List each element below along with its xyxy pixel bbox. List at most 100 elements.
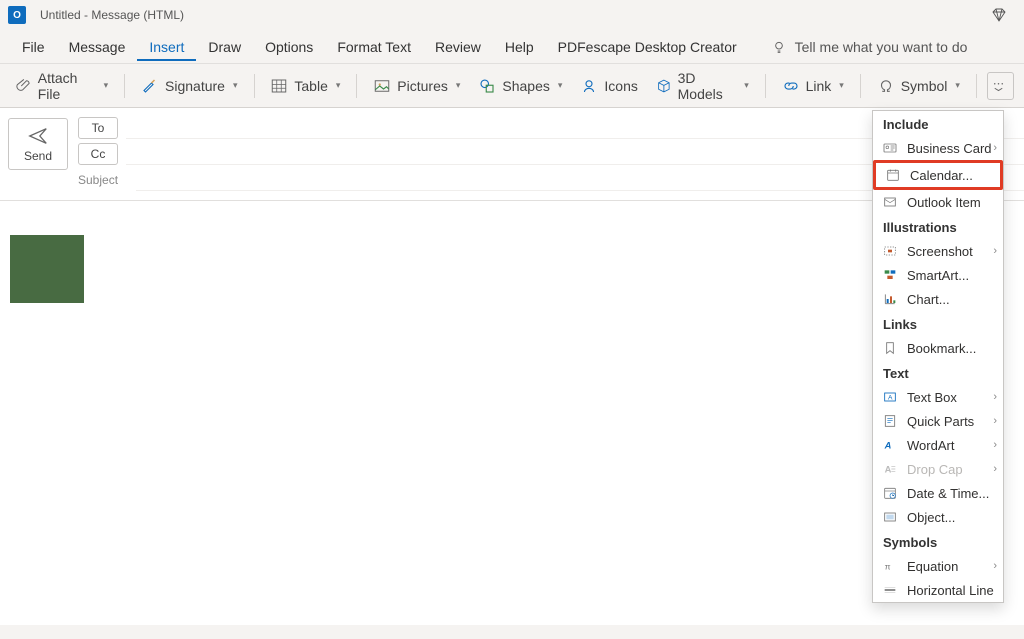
chevron-right-icon: ›: [993, 142, 997, 154]
signature-button[interactable]: Signature▾: [135, 73, 243, 99]
menu-object[interactable]: Object...: [873, 505, 1003, 529]
send-button[interactable]: Send: [8, 118, 68, 170]
ribbon-overflow-button[interactable]: [987, 72, 1014, 100]
menu-horizontal-line[interactable]: Horizontal Line: [873, 578, 1003, 602]
ribbon: Attach File▾ Signature▾ Table▾ Pictures▾…: [0, 64, 1024, 108]
link-button[interactable]: Link▾: [776, 73, 850, 99]
quick-parts-icon: [881, 412, 899, 430]
horizontal-line-label: Horizontal Line: [907, 583, 995, 598]
link-icon: [782, 77, 800, 95]
symbol-button[interactable]: Symbol▾: [871, 73, 966, 99]
chart-icon: [881, 290, 899, 308]
menu-quick-parts[interactable]: Quick Parts ›: [873, 409, 1003, 433]
menu-options[interactable]: Options: [253, 33, 325, 61]
equation-label: Equation: [907, 559, 995, 574]
menu-chart[interactable]: Chart...: [873, 287, 1003, 311]
menu-insert[interactable]: Insert: [137, 33, 196, 61]
message-body[interactable]: [0, 201, 1024, 625]
menu-message[interactable]: Message: [57, 33, 138, 61]
menu-calendar[interactable]: Calendar...: [876, 163, 1000, 187]
attach-file-label: Attach File: [38, 70, 96, 102]
pictures-label: Pictures: [397, 78, 448, 94]
screenshot-label: Screenshot: [907, 244, 995, 259]
menu-draw[interactable]: Draw: [196, 33, 253, 61]
menu-review[interactable]: Review: [423, 33, 493, 61]
quick-parts-label: Quick Parts: [907, 414, 995, 429]
table-icon: [270, 77, 288, 95]
3d-models-label: 3D Models: [678, 70, 737, 102]
menu-format-text[interactable]: Format Text: [325, 33, 423, 61]
date-time-label: Date & Time...: [907, 486, 995, 501]
menu-smartart[interactable]: SmartArt...: [873, 263, 1003, 287]
wordart-icon: A: [881, 436, 899, 454]
menu-pdfescape[interactable]: PDFescape Desktop Creator: [546, 33, 749, 61]
business-card-icon: [881, 139, 899, 157]
outlook-icon: O: [8, 6, 26, 24]
menu-equation[interactable]: π Equation ›: [873, 554, 1003, 578]
divider: [765, 74, 766, 98]
diamond-icon[interactable]: [990, 6, 1008, 24]
menu-wordart[interactable]: A WordArt ›: [873, 433, 1003, 457]
divider: [124, 74, 125, 98]
object-icon: [881, 508, 899, 526]
menu-outlook-item[interactable]: Outlook Item: [873, 190, 1003, 214]
lightbulb-icon: [771, 39, 787, 55]
signature-label: Signature: [165, 78, 225, 94]
shapes-button[interactable]: Shapes▾: [472, 73, 568, 99]
svg-text:A: A: [885, 464, 892, 474]
3d-models-button[interactable]: 3D Models▾: [650, 66, 755, 106]
menu-business-card[interactable]: Business Card ›: [873, 136, 1003, 160]
menu-drop-cap: A Drop Cap ›: [873, 457, 1003, 481]
menu-bar: File Message Insert Draw Options Format …: [0, 30, 1024, 64]
svg-text:π: π: [885, 561, 891, 571]
smartart-label: SmartArt...: [907, 268, 995, 283]
inserted-shape[interactable]: [10, 235, 84, 303]
attach-file-button[interactable]: Attach File▾: [10, 66, 114, 106]
outlook-item-label: Outlook Item: [907, 195, 995, 210]
bookmark-label: Bookmark...: [907, 341, 995, 356]
table-button[interactable]: Table▾: [264, 73, 346, 99]
paperclip-icon: [16, 77, 32, 95]
icons-icon: [580, 77, 598, 95]
chevron-right-icon: ›: [993, 439, 997, 451]
to-button[interactable]: To: [78, 117, 118, 139]
business-card-label: Business Card: [907, 141, 995, 156]
section-illustrations: Illustrations: [873, 214, 1003, 239]
signature-icon: [141, 77, 159, 95]
shapes-icon: [478, 77, 496, 95]
calendar-icon: [884, 166, 902, 184]
chevron-right-icon: ›: [993, 245, 997, 257]
icons-button[interactable]: Icons: [574, 73, 643, 99]
text-box-icon: A: [881, 388, 899, 406]
menu-screenshot[interactable]: Screenshot ›: [873, 239, 1003, 263]
svg-text:A: A: [888, 395, 893, 402]
menu-date-time[interactable]: Date & Time...: [873, 481, 1003, 505]
section-text: Text: [873, 360, 1003, 385]
title-bar: O Untitled - Message (HTML): [0, 0, 1024, 30]
menu-file[interactable]: File: [10, 33, 57, 61]
svg-text:A: A: [884, 440, 892, 450]
wordart-label: WordArt: [907, 438, 995, 453]
pictures-button[interactable]: Pictures▾: [367, 73, 466, 99]
cc-button[interactable]: Cc: [78, 143, 118, 165]
menu-help[interactable]: Help: [493, 33, 546, 61]
window-title: Untitled - Message (HTML): [40, 8, 184, 22]
divider: [356, 74, 357, 98]
smartart-icon: [881, 266, 899, 284]
chart-label: Chart...: [907, 292, 995, 307]
divider: [976, 74, 977, 98]
drop-cap-icon: A: [881, 460, 899, 478]
divider: [254, 74, 255, 98]
chevron-right-icon: ›: [993, 415, 997, 427]
chevron-right-icon: ›: [993, 463, 997, 475]
menu-text-box[interactable]: A Text Box ›: [873, 385, 1003, 409]
chevron-right-icon: ›: [993, 391, 997, 403]
send-icon: [27, 125, 49, 147]
table-label: Table: [294, 78, 327, 94]
equation-icon: π: [881, 557, 899, 575]
tell-me-search[interactable]: Tell me what you want to do: [771, 39, 968, 55]
section-links: Links: [873, 311, 1003, 336]
omega-icon: [877, 77, 895, 95]
menu-bookmark[interactable]: Bookmark...: [873, 336, 1003, 360]
cube-icon: [656, 77, 672, 95]
